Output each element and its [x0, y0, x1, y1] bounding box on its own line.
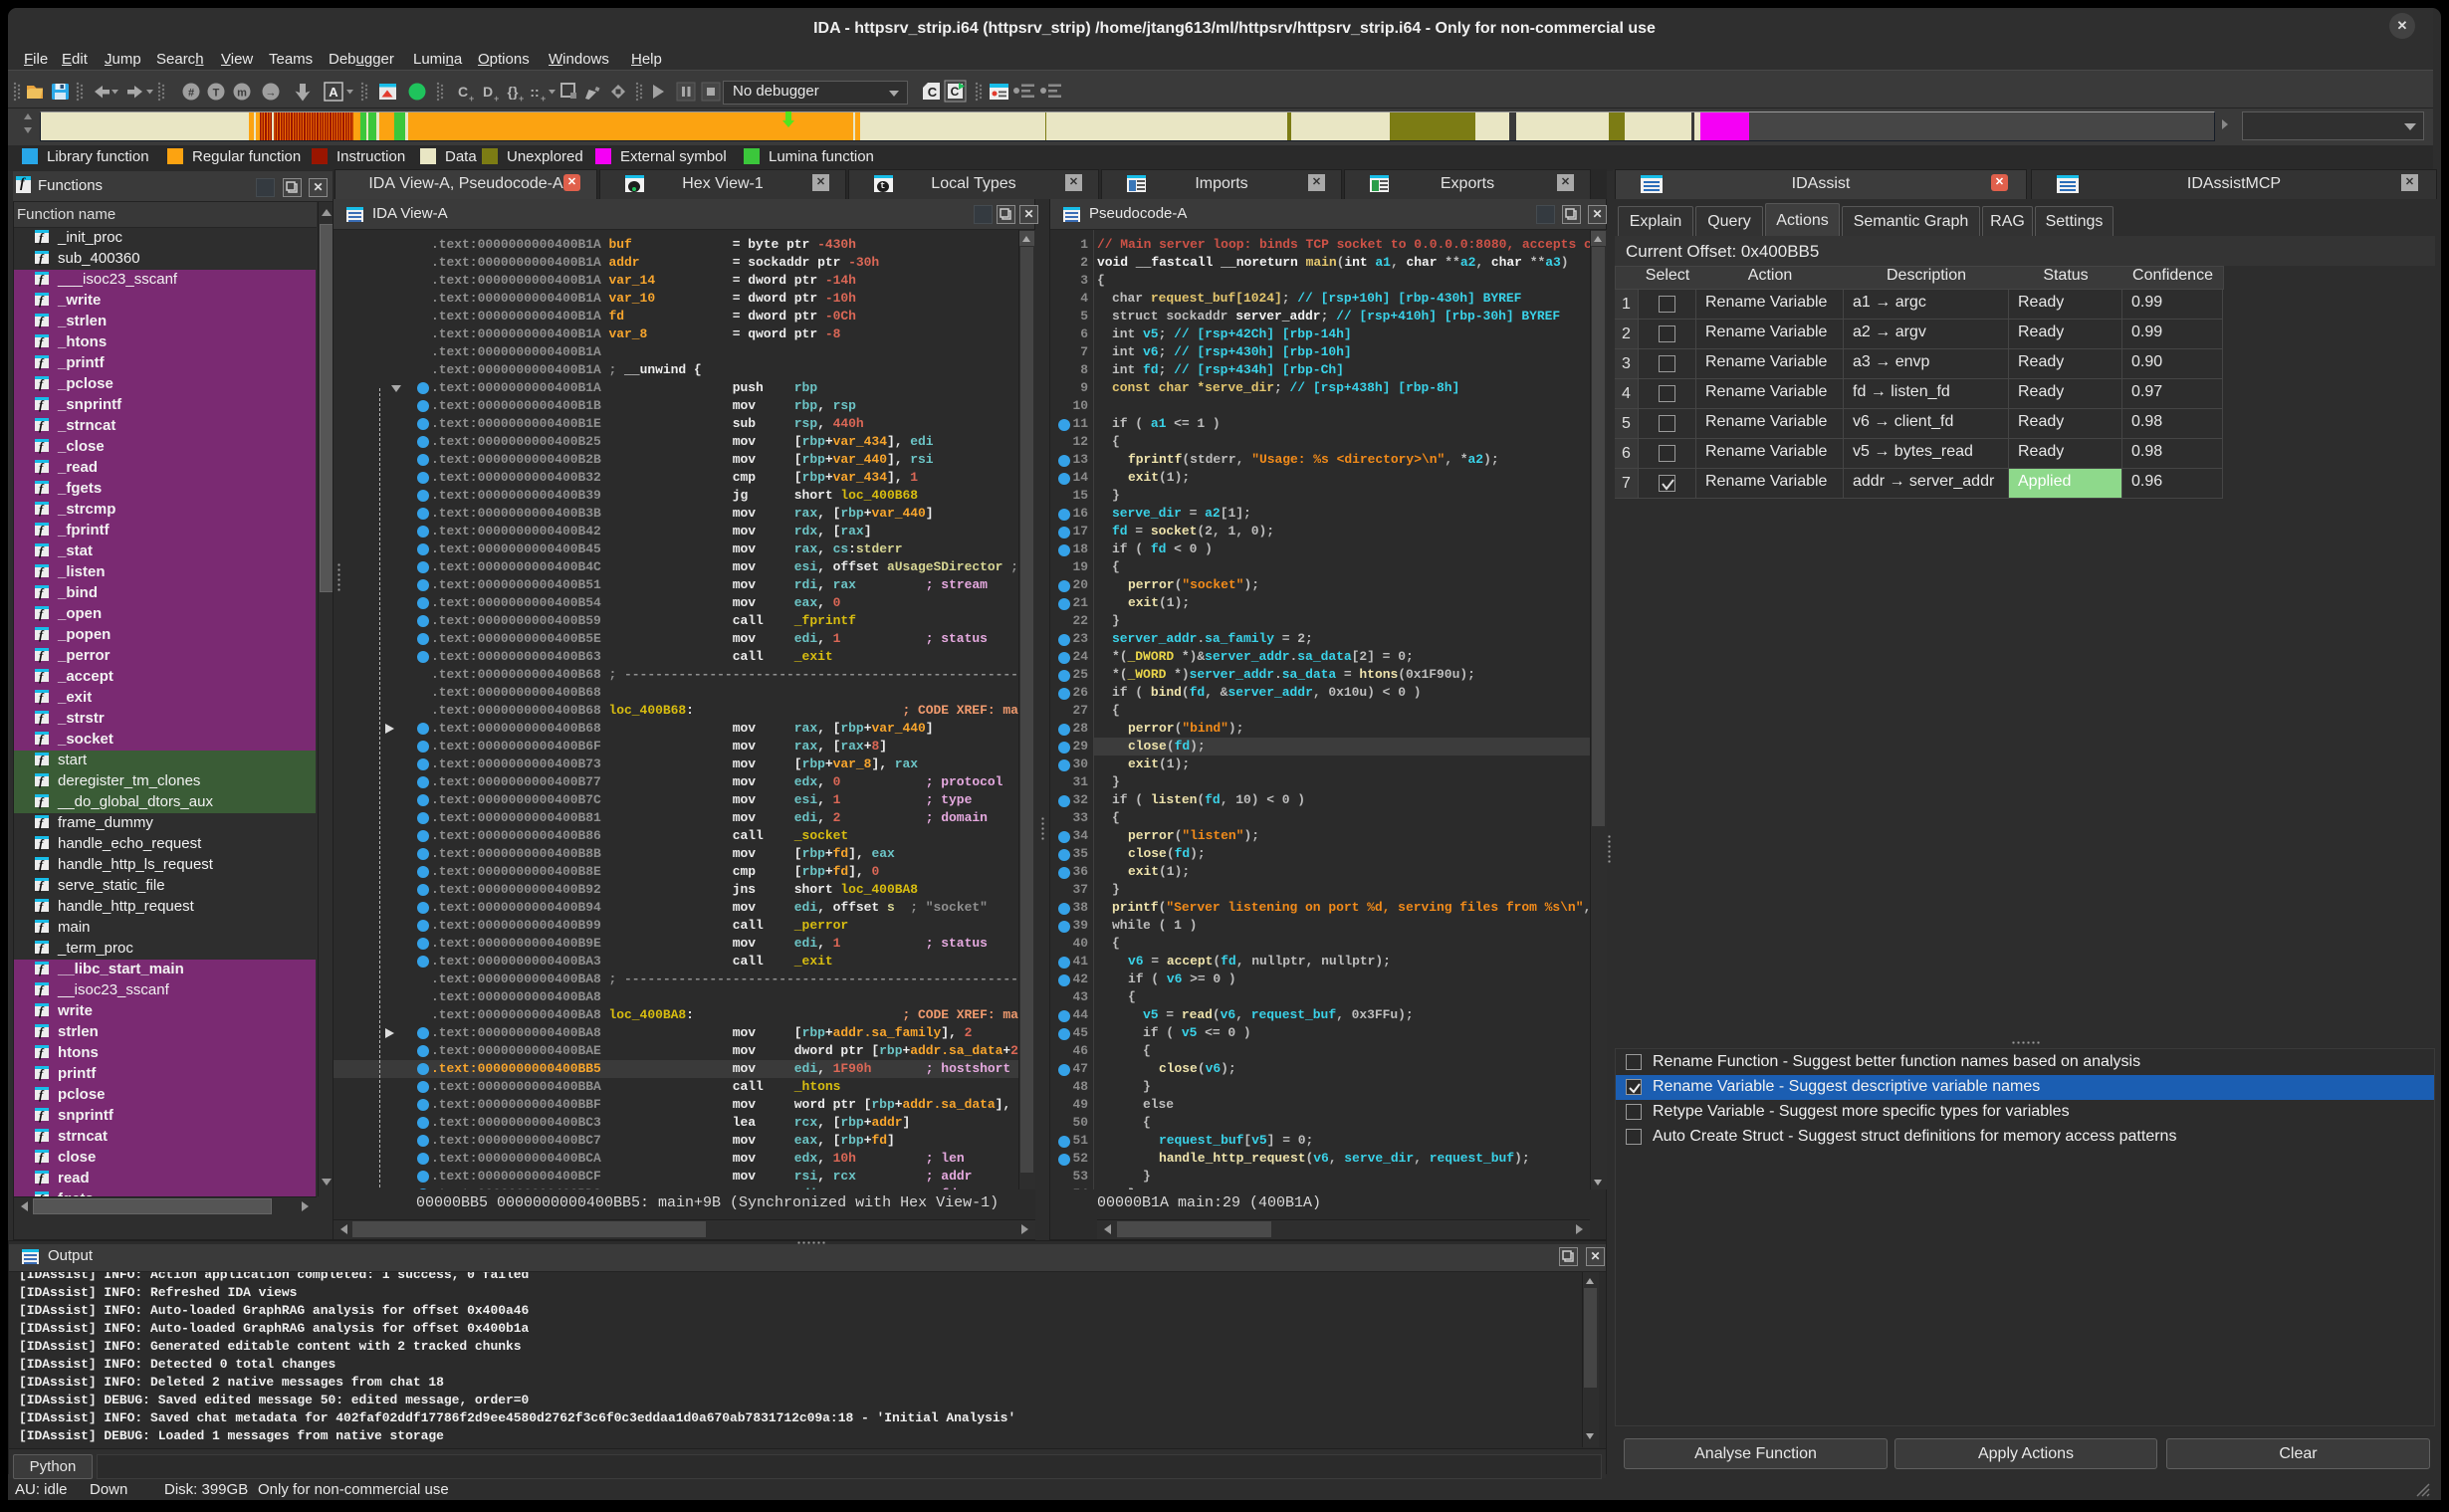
svg-text:m: m [237, 88, 247, 100]
svg-text:#: # [188, 88, 194, 100]
svg-text:+: + [494, 94, 499, 104]
svg-text:{}: {} [508, 84, 519, 100]
svg-text:A: A [329, 85, 338, 100]
svg-text:D: D [483, 84, 493, 100]
svg-text:::: :: [530, 84, 539, 100]
svg-text:C: C [458, 84, 468, 100]
svg-text:C: C [928, 85, 938, 100]
svg-text:+: + [519, 94, 524, 104]
svg-text:+: + [541, 94, 546, 104]
svg-text:T: T [213, 88, 220, 100]
svg-text:C: C [951, 85, 960, 99]
svg-text:→: → [266, 88, 277, 100]
svg-text:+: + [469, 94, 474, 104]
